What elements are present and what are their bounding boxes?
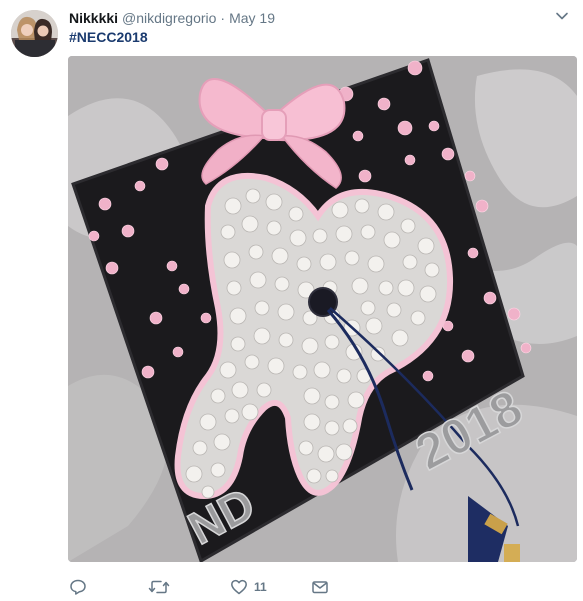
reply-icon xyxy=(69,578,87,596)
tweet-text: #NECC2018 xyxy=(69,28,148,46)
like-button[interactable]: 11 xyxy=(230,576,267,598)
author-name[interactable]: Nikkkki xyxy=(69,10,118,26)
envelope-icon xyxy=(311,578,329,596)
heart-icon xyxy=(230,578,248,596)
timestamp[interactable]: May 19 xyxy=(229,10,275,26)
separator-dot: · xyxy=(220,10,226,26)
tweet: Nikkkki @nikdigregorio · May 19 #NECC2018 xyxy=(0,0,583,601)
tweet-photo[interactable]: ND 2018 xyxy=(68,56,577,562)
like-count: 11 xyxy=(254,580,267,594)
reply-button[interactable] xyxy=(69,576,93,598)
direct-message-button[interactable] xyxy=(311,576,329,598)
retweet-button[interactable] xyxy=(148,576,176,598)
author-handle[interactable]: @nikdigregorio xyxy=(122,10,216,26)
avatar[interactable] xyxy=(11,10,58,57)
chevron-down-icon[interactable] xyxy=(555,9,569,23)
hashtag-link[interactable]: #NECC2018 xyxy=(69,29,148,45)
tweet-header: Nikkkki @nikdigregorio · May 19 xyxy=(69,9,275,27)
tweet-actions: 11 xyxy=(69,576,369,598)
retweet-icon xyxy=(148,578,170,596)
